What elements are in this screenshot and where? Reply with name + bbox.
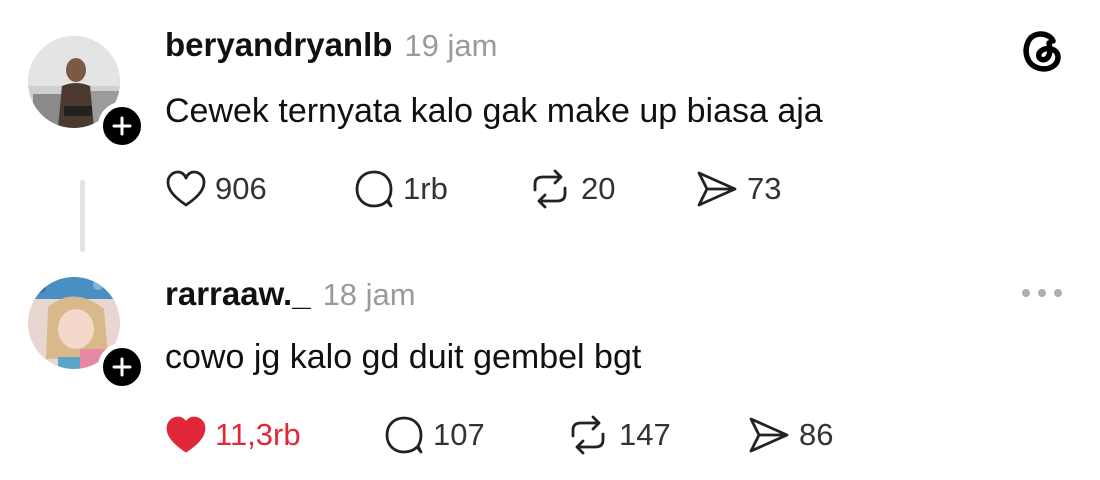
share-button[interactable]: 73 xyxy=(695,166,781,212)
username[interactable]: beryandryanlb xyxy=(165,26,392,64)
post: rarraaw._ 18 jam cowo jg kalo gd duit ge… xyxy=(0,255,1100,480)
avatar-container[interactable] xyxy=(28,277,146,391)
username[interactable]: rarraaw._ xyxy=(165,275,311,313)
heart-icon xyxy=(166,170,206,207)
threads-logo-icon xyxy=(1023,31,1061,72)
like-button[interactable]: 11,3rb xyxy=(165,412,301,458)
like-button[interactable]: 906 xyxy=(165,166,267,212)
repost-button[interactable]: 147 xyxy=(565,412,671,458)
repost-count: 147 xyxy=(619,417,671,452)
repost-icon xyxy=(533,169,567,209)
reply-count: 1rb xyxy=(403,171,448,206)
thread-connector-line xyxy=(80,180,85,252)
repost-count: 20 xyxy=(581,171,616,206)
post-header: beryandryanlb 19 jam xyxy=(165,26,497,64)
post-text: cowo jg kalo gd duit gembel bgt xyxy=(165,338,642,376)
timestamp: 19 jam xyxy=(404,28,498,63)
share-count: 86 xyxy=(799,417,834,452)
repost-icon xyxy=(571,415,605,455)
plus-icon xyxy=(112,357,132,377)
share-count: 73 xyxy=(747,171,782,206)
post-text: Cewek ternyata kalo gak make up biasa aj… xyxy=(165,92,823,130)
like-count: 11,3rb xyxy=(215,417,301,452)
comment-bubble-icon xyxy=(385,416,423,454)
post: beryandryanlb 19 jam Cewek ternyata kalo… xyxy=(0,0,1100,255)
more-options-icon[interactable] xyxy=(1018,283,1066,303)
repost-button[interactable]: 20 xyxy=(527,166,615,212)
reply-count: 107 xyxy=(433,417,485,452)
follow-plus-button[interactable] xyxy=(98,102,146,150)
post-header: rarraaw._ 18 jam xyxy=(165,275,416,313)
send-icon xyxy=(749,417,789,453)
avatar-container[interactable] xyxy=(28,36,146,150)
reply-button[interactable]: 1rb xyxy=(353,166,448,212)
timestamp: 18 jam xyxy=(322,277,416,312)
follow-plus-button[interactable] xyxy=(98,343,146,391)
share-button[interactable]: 86 xyxy=(747,412,833,458)
plus-icon xyxy=(112,116,132,136)
send-icon xyxy=(697,171,737,207)
heart-filled-icon xyxy=(166,416,206,453)
like-count: 906 xyxy=(215,171,267,206)
reply-button[interactable]: 107 xyxy=(383,412,485,458)
comment-bubble-icon xyxy=(355,170,393,208)
